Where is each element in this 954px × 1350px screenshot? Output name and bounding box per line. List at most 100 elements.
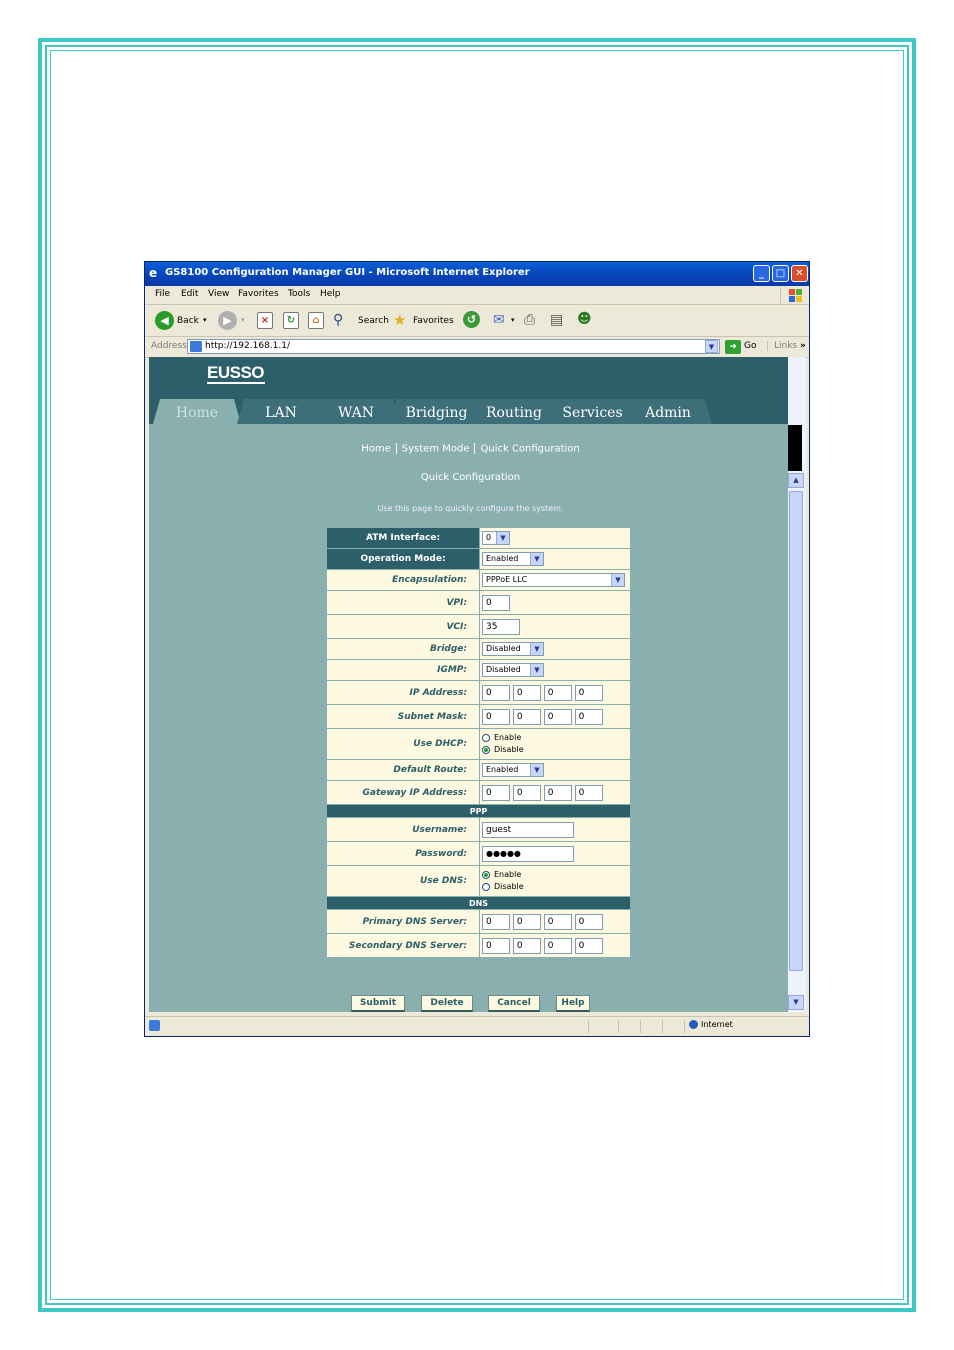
tab-bridging[interactable]: Bridging [389, 399, 484, 424]
scroll-thumb[interactable] [789, 491, 803, 971]
tab-services[interactable]: Services [546, 399, 639, 424]
subnet-mask-octet-2[interactable]: 0 [512, 708, 541, 725]
title-bar[interactable]: e GS8100 Configuration Manager GUI - Mic… [145, 262, 809, 286]
refresh-icon[interactable]: ↻ [283, 312, 299, 329]
use-dns-label: Use DNS: [326, 865, 480, 897]
igmp-value: Disabled [486, 665, 521, 674]
maximize-button[interactable]: □ [772, 265, 789, 282]
default-route-select[interactable]: Enabled ▼ [482, 763, 544, 777]
menu-favorites[interactable]: Favorites [238, 289, 279, 299]
secondary-dns-octet-3[interactable]: 0 [543, 937, 572, 954]
menu-view[interactable]: View [208, 289, 229, 299]
primary-dns-octet-1[interactable]: 0 [482, 913, 510, 930]
username-input[interactable]: guest [482, 821, 574, 838]
search-label[interactable]: Search [358, 316, 389, 326]
go-arrow-icon[interactable]: ➜ [725, 340, 741, 354]
atm-interface-select[interactable]: 0 ▼ [482, 531, 510, 545]
back-dropdown-icon[interactable]: ▾ [203, 316, 207, 324]
dns-disable-radio[interactable] [482, 882, 490, 891]
vci-label: VCI: [326, 614, 480, 639]
forward-dropdown-icon[interactable]: ▾ [241, 316, 245, 324]
breadcrumb-home[interactable]: Home [361, 444, 391, 455]
gateway-octet-1[interactable]: 0 [482, 784, 510, 801]
messenger-icon[interactable]: ☻ [577, 311, 592, 327]
tab-wan[interactable]: WAN [312, 399, 400, 424]
gateway-octet-3[interactable]: 0 [543, 784, 572, 801]
stop-icon[interactable]: × [257, 312, 273, 329]
gateway-octet-2[interactable]: 0 [512, 784, 541, 801]
bridge-select[interactable]: Disabled ▼ [482, 642, 544, 656]
dns-disable-label: Disable [494, 882, 524, 891]
status-cell [618, 1020, 641, 1033]
forward-arrow-icon[interactable]: ▶ [218, 311, 237, 330]
vpi-input[interactable]: 0 [482, 594, 510, 611]
subnet-mask-octet-3[interactable]: 0 [543, 708, 572, 725]
secondary-dns-octet-4[interactable]: 0 [574, 937, 603, 954]
dns-disable-option[interactable]: Disable [482, 881, 630, 893]
gateway-octet-4[interactable]: 0 [574, 784, 603, 801]
secondary-dns-octet-2[interactable]: 0 [512, 937, 541, 954]
mail-dropdown-icon[interactable]: ▾ [511, 316, 515, 324]
back-label[interactable]: Back [177, 316, 199, 326]
help-button[interactable]: Help [556, 995, 590, 1012]
encapsulation-label: Encapsulation: [326, 569, 480, 591]
tab-home[interactable]: Home [153, 399, 241, 424]
secondary-dns-octet-1[interactable]: 0 [482, 937, 510, 954]
menu-tools[interactable]: Tools [288, 289, 310, 299]
tab-admin[interactable]: Admin [624, 399, 712, 424]
dns-enable-label: Enable [494, 870, 522, 879]
back-arrow-icon[interactable]: ◀ [155, 311, 174, 330]
dhcp-disable-option[interactable]: Disable [482, 744, 630, 756]
links-button[interactable]: Links » [767, 341, 806, 351]
dns-section-header: DNS [326, 896, 631, 910]
menu-edit[interactable]: Edit [181, 289, 198, 299]
menu-help[interactable]: Help [320, 289, 341, 299]
address-url[interactable]: http://192.168.1.1/ [205, 341, 290, 351]
delete-button[interactable]: Delete [421, 995, 473, 1012]
dns-enable-radio[interactable] [482, 870, 490, 879]
subnet-mask-octet-1[interactable]: 0 [482, 708, 510, 725]
password-input[interactable]: ●●●●● [482, 845, 574, 862]
ip-address-octet-3[interactable]: 0 [543, 684, 572, 701]
mail-icon[interactable]: ✉ [493, 312, 505, 328]
ip-address-octet-4[interactable]: 0 [574, 684, 603, 701]
minimize-button[interactable]: _ [753, 265, 770, 282]
tab-lan[interactable]: LAN [237, 399, 325, 424]
encapsulation-select[interactable]: PPPoE LLC ▼ [482, 573, 625, 587]
dhcp-enable-option[interactable]: Enable [482, 732, 630, 744]
scroll-down-icon[interactable]: ▼ [788, 995, 804, 1010]
primary-dns-octet-3[interactable]: 0 [543, 913, 572, 930]
address-dropdown-icon[interactable]: ▼ [705, 340, 718, 353]
subnet-mask-octet-4[interactable]: 0 [574, 708, 603, 725]
go-button[interactable]: Go [744, 341, 756, 351]
history-icon[interactable]: ↺ [463, 311, 480, 328]
cancel-button[interactable]: Cancel [488, 995, 540, 1012]
scroll-up-icon[interactable]: ▲ [788, 473, 804, 488]
status-cell [662, 1020, 685, 1033]
primary-dns-octet-2[interactable]: 0 [512, 913, 541, 930]
breadcrumb-quick-configuration[interactable]: Quick Configuration [480, 444, 579, 455]
dhcp-enable-radio[interactable] [482, 733, 490, 742]
search-icon[interactable]: ⚲ [333, 312, 343, 328]
favorites-label[interactable]: Favorites [413, 316, 454, 326]
ip-address-octet-2[interactable]: 0 [512, 684, 541, 701]
vertical-scrollbar[interactable]: ▲ ▼ [788, 357, 806, 1012]
favorites-star-icon[interactable]: ★ [393, 311, 406, 329]
edit-icon[interactable]: ▤ [550, 312, 563, 328]
print-icon[interactable]: ⎙ [524, 312, 535, 328]
igmp-select[interactable]: Disabled ▼ [482, 663, 544, 677]
secondary-dns-label: Secondary DNS Server: [326, 933, 480, 958]
menu-file[interactable]: File [155, 289, 170, 299]
home-icon[interactable]: ⌂ [308, 312, 324, 329]
dns-enable-option[interactable]: Enable [482, 869, 630, 881]
tab-routing[interactable]: Routing [469, 399, 559, 424]
dhcp-disable-radio[interactable] [482, 745, 490, 754]
operation-mode-select[interactable]: Enabled ▼ [482, 552, 544, 566]
close-button[interactable]: ✕ [791, 265, 808, 282]
vci-input[interactable]: 35 [482, 618, 520, 635]
address-input[interactable]: http://192.168.1.1/ ▼ [187, 339, 720, 354]
submit-button[interactable]: Submit [351, 995, 405, 1012]
primary-dns-octet-4[interactable]: 0 [574, 913, 603, 930]
ip-address-octet-1[interactable]: 0 [482, 684, 510, 701]
breadcrumb-system-mode[interactable]: System Mode [402, 444, 470, 455]
